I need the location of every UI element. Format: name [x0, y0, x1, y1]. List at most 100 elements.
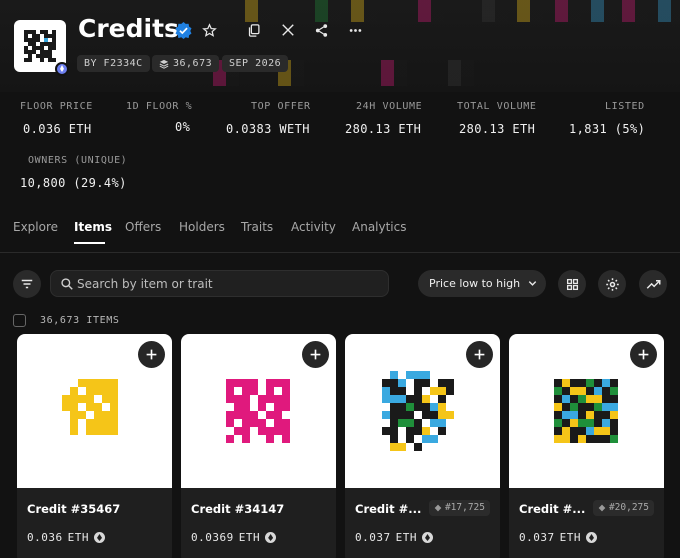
item-price-currency: ETH [559, 531, 581, 544]
add-to-cart-button[interactable] [302, 341, 329, 368]
share-icon[interactable] [312, 21, 330, 39]
more-options-icon[interactable] [346, 21, 364, 39]
plus-icon [146, 349, 157, 360]
gear-icon [605, 277, 619, 291]
banner-mosaic-tile [622, 0, 648, 22]
item-name: Credit #... [355, 502, 422, 516]
copy-icon[interactable] [245, 21, 263, 39]
filter-icon [21, 279, 33, 289]
collection-title: Credits [78, 14, 179, 43]
plus-icon [310, 349, 321, 360]
banner-mosaic-tile [658, 0, 680, 22]
item-name: Credit #34147 [191, 502, 285, 516]
banner-mosaic-tile [315, 0, 341, 22]
add-to-cart-button[interactable] [630, 341, 657, 368]
pixel-art [226, 379, 290, 443]
item-card[interactable]: Credit #... #20,275 0.037 ETH [509, 334, 664, 558]
grid-view-button[interactable] [558, 270, 586, 298]
x-twitter-icon[interactable] [279, 21, 297, 39]
stat-value-floor-price: 0.036 ETH [23, 122, 92, 136]
date-chip-label: SEP 2026 [229, 58, 282, 69]
item-card[interactable]: Credit #34147 0.0369 ETH [181, 334, 336, 558]
analytics-view-button[interactable] [639, 270, 667, 298]
stat-label-listed: LISTED [605, 101, 645, 112]
search-input[interactable] [77, 274, 377, 294]
item-price: 0.0369 ETH [191, 531, 277, 544]
item-card[interactable]: Credit #35467 0.036 ETH [17, 334, 172, 558]
stat-label-top-offer: TOP OFFER [251, 101, 311, 112]
select-all-checkbox[interactable] [13, 314, 26, 327]
banner-mosaic-tile [448, 60, 474, 86]
items-count: 36,673 ITEMS [40, 315, 120, 326]
ethereum-icon [94, 532, 105, 543]
trend-line-icon [646, 279, 660, 289]
tab-items[interactable]: Items [74, 220, 112, 234]
rarity-rank-badge: #20,275 [592, 500, 654, 516]
add-to-cart-button[interactable] [138, 341, 165, 368]
tab-analytics[interactable]: Analytics [352, 220, 407, 234]
tab-traits[interactable]: Traits [241, 220, 273, 234]
stat-value-total-volume: 280.13 ETH [459, 122, 536, 136]
item-price-value: 0.037 [355, 531, 391, 544]
item-name: Credit #... [519, 502, 586, 516]
stat-label-total-volume: TOTAL VOLUME [457, 101, 537, 112]
filter-button[interactable] [13, 270, 41, 298]
pixel-art [554, 379, 618, 443]
item-price: 0.037 ETH [355, 531, 433, 544]
verified-badge-icon [175, 22, 192, 39]
sort-dropdown[interactable]: Price low to high [418, 270, 546, 297]
plus-icon [638, 349, 649, 360]
stat-label-owners: OWNERS (UNIQUE) [28, 155, 128, 166]
stat-value-listed: 1,831 (5%) [569, 122, 646, 136]
banner-mosaic-tile [418, 0, 444, 22]
tab-offers[interactable]: Offers [125, 220, 161, 234]
item-card[interactable]: Credit #... #17,725 0.037 ETH [345, 334, 500, 558]
item-price-currency: ETH [238, 531, 261, 544]
chevron-down-icon [528, 281, 537, 286]
stat-value-owners: 10,800 (29.4%) [20, 176, 127, 190]
search-icon [61, 278, 73, 290]
active-tab-indicator [74, 242, 105, 244]
tab-activity[interactable]: Activity [291, 220, 336, 234]
banner-mosaic-tile [381, 60, 407, 86]
search-bar[interactable] [50, 270, 389, 297]
diamond-icon [598, 504, 606, 512]
date-chip: SEP 2026 [222, 55, 289, 72]
item-price-value: 0.037 [519, 531, 555, 544]
stat-label-1d-floor: 1D FLOOR % [126, 101, 193, 112]
rarity-rank: #20,275 [608, 502, 649, 513]
tabs-divider [0, 252, 680, 253]
logo-pixel-art [24, 30, 56, 62]
creator-chip[interactable]: BY F2334C [77, 55, 150, 72]
banner-mosaic-tile [591, 0, 617, 22]
tab-holders[interactable]: Holders [179, 220, 225, 234]
settings-button[interactable] [598, 270, 626, 298]
item-price-currency: ETH [67, 531, 89, 544]
item-price-value: 0.036 [27, 531, 63, 544]
tab-explore[interactable]: Explore [13, 220, 58, 234]
stat-value-1d-floor: 0% [175, 120, 191, 134]
item-price-value: 0.0369 [191, 531, 234, 544]
creator-chip-label: BY F2334C [84, 58, 143, 69]
banner-mosaic-tile [482, 0, 508, 22]
pixel-art [382, 371, 454, 451]
rarity-rank-badge: #17,725 [428, 500, 490, 516]
stat-label-floor-price: FLOOR PRICE [20, 101, 93, 112]
ethereum-chain-icon [55, 62, 69, 76]
ethereum-icon [586, 532, 597, 543]
items-chip: 36,673 [152, 55, 220, 72]
ethereum-icon [422, 532, 433, 543]
add-to-cart-button[interactable] [466, 341, 493, 368]
item-price-currency: ETH [395, 531, 417, 544]
rarity-rank: #17,725 [444, 502, 485, 513]
banner-mosaic-tile [351, 0, 377, 22]
item-name: Credit #35467 [27, 502, 121, 516]
pixel-art [62, 379, 118, 435]
ethereum-icon [265, 532, 277, 543]
banner-mosaic-tile [517, 0, 543, 22]
item-price: 0.036 ETH [27, 531, 105, 544]
item-price: 0.037 ETH [519, 531, 597, 544]
diamond-icon [434, 504, 442, 512]
favorite-star-icon[interactable] [200, 21, 218, 39]
stat-value-24h-volume: 280.13 ETH [345, 122, 422, 136]
